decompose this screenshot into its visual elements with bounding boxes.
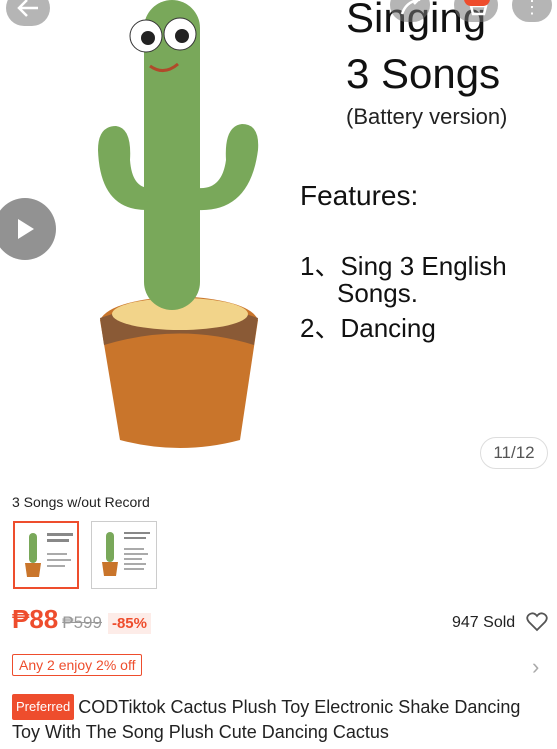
feature-2: 2、Dancing <box>300 313 436 343</box>
play-icon <box>18 219 34 239</box>
product-image[interactable]: Singing 3 Songs (Battery version) Featur… <box>0 0 557 480</box>
back-arrow-icon <box>17 0 38 17</box>
features-heading: Features: <box>300 180 419 211</box>
image-counter: 11/12 <box>480 437 548 469</box>
chevron-right-icon[interactable]: › <box>532 654 539 680</box>
discount-badge: -85% <box>107 613 151 634</box>
thumbnail-image <box>102 532 150 576</box>
heart-icon <box>526 612 548 632</box>
back-button[interactable] <box>6 0 50 26</box>
cart-count-badge <box>464 0 490 6</box>
share-icon <box>400 0 421 15</box>
sold-count: 947 Sold <box>452 614 516 631</box>
product-title-block: Preferred CODTiktok Cactus Plush Toy Elec… <box>12 694 552 744</box>
play-video-button[interactable] <box>0 198 56 260</box>
product-title: CODTiktok Cactus Plush Toy Electronic Sh… <box>12 697 521 742</box>
cactus-toy-image <box>98 0 259 448</box>
promo-tag[interactable]: Any 2 enjoy 2% off <box>12 654 143 676</box>
current-price: ₱88 <box>12 604 59 634</box>
original-price: ₱599 <box>62 613 102 632</box>
hero-subtitle: (Battery version) <box>346 104 508 129</box>
more-button[interactable]: ⋮ <box>512 0 552 22</box>
hero-title-line2: 3 Songs <box>346 50 501 97</box>
like-button[interactable] <box>526 612 548 637</box>
variation-thumb-2[interactable] <box>91 521 157 589</box>
thumbnail-image <box>25 533 73 577</box>
more-icon: ⋮ <box>523 0 541 17</box>
product-page: Singing 3 Songs (Battery version) Featur… <box>0 0 557 749</box>
feature-1-line2: Songs. <box>337 278 418 308</box>
variation-label: 3 Songs w/out Record <box>12 494 150 510</box>
variation-thumb-1[interactable] <box>13 521 79 589</box>
preferred-badge: Preferred <box>12 694 75 720</box>
price-row: ₱88 ₱599 -85% <box>12 604 151 635</box>
share-button[interactable] <box>390 0 430 22</box>
